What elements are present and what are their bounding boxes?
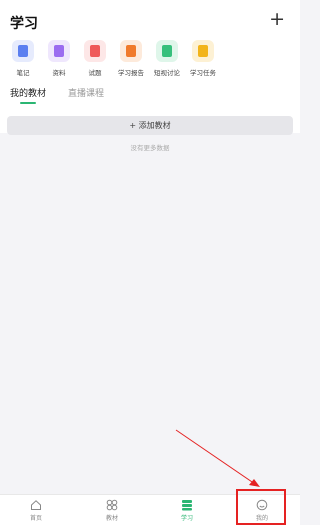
nav-home[interactable]: 首页 [16,499,56,522]
tab-bar: 我的教材 直播课程 [0,86,300,106]
shortcut-label: 学习任务 [190,69,216,77]
add-book-button[interactable]: + 添加教材 [7,116,293,135]
shortcut-materials[interactable]: 资料 [39,40,79,77]
home-icon [31,500,41,510]
tab-live-courses[interactable]: 直播课程 [68,86,104,99]
nav-books[interactable]: 教材 [92,499,132,522]
shortcut-label: 笔记 [16,69,30,77]
study-icon [182,500,192,511]
shortcut-discussion[interactable]: 短视讨论 [147,40,187,77]
tab-my-books[interactable]: 我的教材 [10,86,46,99]
highlight-box [236,489,286,525]
report-icon [120,40,142,62]
books-icon [106,499,118,511]
chat-icon [156,40,178,62]
shortcut-label: 试题 [88,69,102,77]
shortcut-label: 短视讨论 [154,69,180,77]
shortcut-exam[interactable]: 试题 [75,40,115,77]
header-panel: 学习 + 笔记 资料 试题 学习报告 短视讨论 学习任务 我的教材 直播课程 [0,0,300,133]
shortcut-task[interactable]: 学习任务 [183,40,223,77]
page-title: 学习 [10,16,38,32]
shortcut-report[interactable]: 学习报告 [111,40,151,77]
shortcut-note[interactable]: 笔记 [3,40,43,77]
exam-icon [84,40,106,62]
folder-icon [48,40,70,62]
note-icon [12,40,34,62]
empty-state-text: 没有更多数据 [130,144,170,152]
active-tab-indicator [20,102,36,104]
add-icon[interactable]: + [269,10,285,29]
nav-label: 首页 [29,515,42,522]
nav-study[interactable]: 学习 [167,499,207,522]
shortcut-label: 学习报告 [118,69,144,77]
task-icon [192,40,214,62]
shortcut-label: 资料 [52,69,66,77]
nav-label: 教材 [105,515,118,522]
nav-label: 学习 [180,515,193,522]
shortcut-grid: 笔记 资料 试题 学习报告 短视讨论 学习任务 [0,40,300,80]
